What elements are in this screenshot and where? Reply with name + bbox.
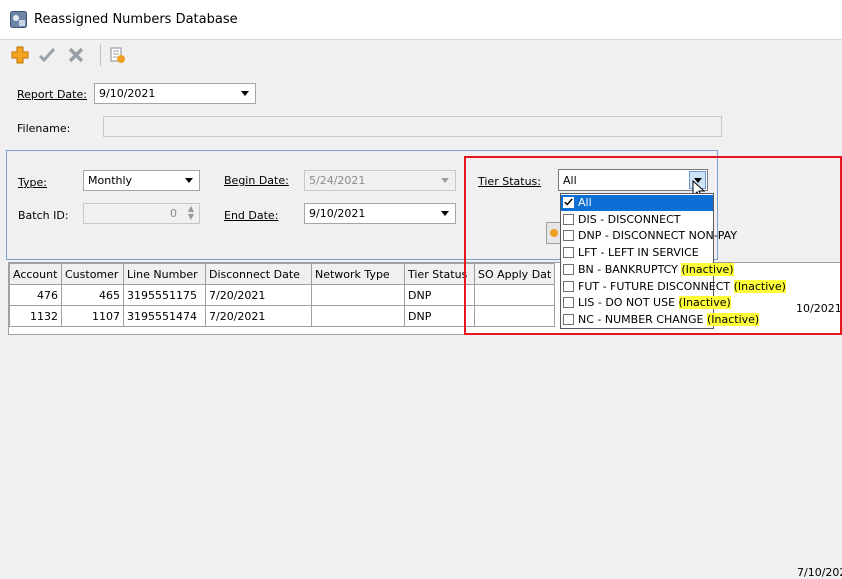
checkmark-icon[interactable] bbox=[37, 45, 57, 65]
checkbox-icon[interactable] bbox=[563, 213, 574, 225]
tier-option-label: LIS - DO NOT USE (Inactive) bbox=[578, 296, 731, 310]
tier-option-label: LFT - LEFT IN SERVICE bbox=[578, 246, 699, 260]
end-date-dropdown[interactable]: 9/10/2021 bbox=[304, 203, 456, 224]
tier-option[interactable]: LIS - DO NOT USE (Inactive) bbox=[561, 295, 731, 311]
cell: 1107 bbox=[61, 305, 124, 327]
column-header[interactable]: Network Type bbox=[311, 263, 405, 285]
checkbox-icon[interactable] bbox=[563, 263, 574, 275]
tier-status-list[interactable]: All DIS - DISCONNECT DNP - DISCONNECT NON-… bbox=[560, 193, 786, 329]
toolbar-separator bbox=[100, 44, 101, 66]
tier-option-label: All bbox=[578, 196, 592, 209]
checkbox-icon[interactable] bbox=[563, 313, 574, 325]
spinner-arrows-icon: ▲ ▼ bbox=[187, 204, 194, 221]
report-date-label: Report Date: bbox=[17, 88, 87, 101]
inactive-tag: (Inactive) bbox=[678, 296, 731, 310]
column-header[interactable]: Customer bbox=[61, 263, 124, 285]
tier-option-label: FUT - FUTURE DISCONNECT (Inactive) bbox=[578, 279, 786, 293]
cell: 465 bbox=[61, 284, 124, 306]
tier-option[interactable]: NC - NUMBER CHANGE (Inactive) bbox=[561, 312, 760, 328]
begin-date-dropdown: 5/24/2021 bbox=[304, 170, 456, 191]
chevron-down-icon bbox=[441, 178, 449, 183]
delete-icon[interactable] bbox=[66, 45, 86, 65]
column-header[interactable]: Account bbox=[9, 263, 62, 285]
report-date-dropdown[interactable]: 9/10/2021 bbox=[94, 83, 256, 104]
end-date-value: 9/10/2021 bbox=[309, 207, 366, 220]
checkbox-icon[interactable] bbox=[563, 297, 574, 309]
inactive-tag: (Inactive) bbox=[681, 262, 734, 276]
batch-id-label: Batch ID: bbox=[18, 209, 69, 222]
checked-checkbox-icon[interactable] bbox=[563, 197, 574, 208]
chevron-down-icon bbox=[441, 211, 449, 216]
tier-option[interactable]: DIS - DISCONNECT bbox=[561, 212, 713, 228]
tier-option[interactable]: DNP - DISCONNECT NON-PAY bbox=[561, 228, 737, 244]
type-dropdown[interactable]: Monthly bbox=[83, 170, 200, 191]
cell: 3195551474 bbox=[123, 305, 206, 327]
inactive-tag: (Inactive) bbox=[706, 312, 760, 326]
export-icon[interactable] bbox=[107, 45, 127, 65]
tier-option[interactable]: FUT - FUTURE DISCONNECT (Inactive) bbox=[561, 279, 786, 295]
filename-label: Filename: bbox=[17, 122, 71, 135]
tier-option-label: DIS - DISCONNECT bbox=[578, 212, 681, 226]
report-date-value: 9/10/2021 bbox=[99, 87, 156, 100]
column-header[interactable]: Disconnect Date bbox=[205, 263, 312, 285]
tier-option[interactable]: LFT - LEFT IN SERVICE bbox=[561, 245, 713, 261]
begin-date-value: 5/24/2021 bbox=[309, 174, 366, 187]
partial-cell: 7/10/2021 bbox=[797, 566, 842, 579]
chevron-down-icon bbox=[241, 91, 249, 96]
cell bbox=[311, 305, 405, 327]
cell: 476 bbox=[9, 284, 62, 306]
tier-option-label: NC - NUMBER CHANGE (Inactive) bbox=[578, 312, 760, 326]
cell: 7/20/2021 bbox=[205, 305, 312, 327]
type-label: Type: bbox=[18, 176, 47, 189]
cell: 1132 bbox=[9, 305, 62, 327]
tier-option-label: DNP - DISCONNECT NON-PAY bbox=[578, 229, 738, 243]
checkbox-icon[interactable] bbox=[563, 280, 574, 292]
checkbox-icon[interactable] bbox=[563, 247, 574, 259]
cell bbox=[311, 284, 405, 306]
add-icon[interactable] bbox=[10, 45, 30, 65]
end-date-label: End Date: bbox=[224, 209, 279, 222]
tier-option-label: BN - BANKRUPTCY (Inactive) bbox=[578, 262, 734, 276]
cell: 7/20/2021 bbox=[205, 284, 312, 306]
batch-id-spinner: 0 ▲ ▼ bbox=[83, 203, 200, 224]
cell: 3195551175 bbox=[123, 284, 206, 306]
tier-option[interactable]: All bbox=[561, 195, 713, 211]
checkbox-icon[interactable] bbox=[563, 230, 574, 242]
filename-field bbox=[103, 116, 722, 137]
chevron-down-icon bbox=[185, 178, 193, 183]
begin-date-label: Begin Date: bbox=[224, 174, 289, 187]
database-app-icon bbox=[10, 11, 27, 28]
inactive-tag: (Inactive) bbox=[733, 279, 786, 293]
tier-option[interactable]: BN - BANKRUPTCY (Inactive) bbox=[561, 262, 734, 278]
batch-id-value: 0 bbox=[170, 207, 177, 220]
column-header[interactable]: Line Number bbox=[123, 263, 206, 285]
window-title: Reassigned Numbers Database bbox=[34, 12, 238, 27]
title-bar: Reassigned Numbers Database bbox=[0, 0, 842, 40]
type-value: Monthly bbox=[88, 174, 133, 187]
